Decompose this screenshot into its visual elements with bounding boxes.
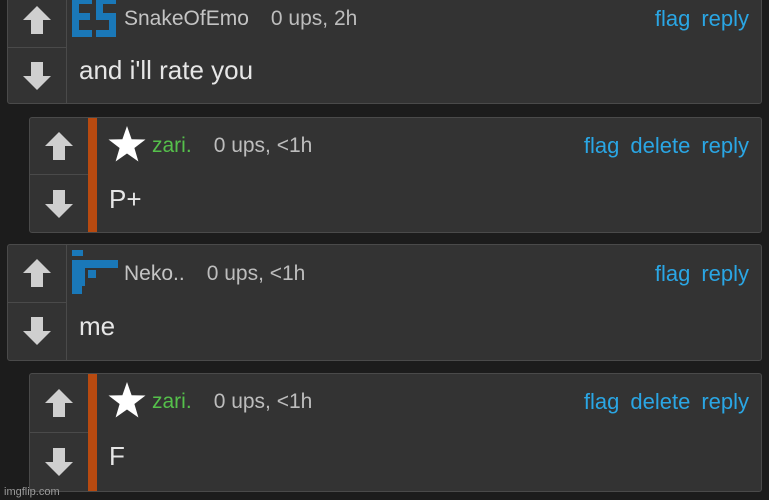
upvote-button[interactable] (30, 374, 88, 433)
comment: SnakeOfEmo 0 ups, 2h flag reply and i'll… (7, 0, 762, 104)
downvote-button[interactable] (8, 303, 66, 361)
arrow-down-icon (23, 317, 51, 346)
star-icon[interactable] (108, 381, 146, 424)
username[interactable]: Neko.. (124, 262, 185, 286)
es-icon[interactable] (72, 0, 118, 42)
watermark: imgflip.com (4, 486, 60, 498)
comment: Neko.. 0 ups, <1h flag reply me (7, 244, 762, 361)
comment-text: P+ (109, 184, 142, 214)
reply-link[interactable]: reply (701, 389, 749, 415)
username[interactable]: zari. (152, 134, 192, 158)
flag-link[interactable]: flag (655, 261, 690, 287)
pixel-avatar-icon[interactable] (72, 249, 118, 299)
comment-meta: 0 ups, <1h (206, 262, 306, 285)
upvote-button[interactable] (8, 0, 66, 48)
comment-actions: flag reply (655, 3, 749, 35)
comment-text: me (79, 311, 116, 341)
comment-actions: flag delete reply (584, 130, 749, 162)
comment-text: F (109, 441, 125, 471)
vote-column (8, 245, 67, 360)
comment-actions: flag reply (655, 258, 749, 290)
comment-meta: 0 ups, 2h (270, 7, 358, 30)
downvote-button[interactable] (8, 48, 66, 103)
arrow-up-icon (23, 259, 51, 288)
flag-link[interactable]: flag (655, 6, 690, 32)
arrow-up-icon (45, 388, 73, 417)
vote-column (30, 374, 89, 491)
username[interactable]: zari. (152, 390, 192, 414)
comment-header: Neko.. 0 ups, <1h (72, 249, 306, 294)
comment-meta: 0 ups, <1h (213, 134, 313, 157)
upvote-button[interactable] (8, 245, 66, 303)
flag-link[interactable]: flag (584, 389, 619, 415)
arrow-up-icon (45, 132, 73, 160)
downvote-button[interactable] (30, 175, 88, 232)
reply-link[interactable]: reply (701, 133, 749, 159)
comment-reply: zari. 0 ups, <1h flag delete reply F (29, 373, 762, 492)
upvote-button[interactable] (30, 118, 88, 175)
arrow-up-icon (23, 6, 51, 34)
reply-link[interactable]: reply (701, 261, 749, 287)
comment-text: and i'll rate you (79, 55, 254, 85)
arrow-down-icon (45, 447, 73, 476)
reply-indicator-bar (88, 118, 97, 232)
downvote-button[interactable] (30, 433, 88, 492)
arrow-down-icon (23, 61, 51, 90)
comment-header: zari. 0 ups, <1h (108, 125, 313, 162)
reply-indicator-bar (88, 374, 97, 491)
delete-link[interactable]: delete (630, 133, 690, 159)
comment-meta: 0 ups, <1h (213, 390, 313, 413)
star-icon[interactable] (108, 125, 146, 168)
comment-header: SnakeOfEmo 0 ups, 2h (72, 0, 358, 37)
arrow-down-icon (45, 189, 73, 218)
comment-actions: flag delete reply (584, 386, 749, 418)
username[interactable]: SnakeOfEmo (124, 7, 249, 31)
comment-reply: zari. 0 ups, <1h flag delete reply P+ (29, 117, 762, 233)
delete-link[interactable]: delete (630, 389, 690, 415)
comment-header: zari. 0 ups, <1h (108, 381, 313, 418)
reply-link[interactable]: reply (701, 6, 749, 32)
flag-link[interactable]: flag (584, 133, 619, 159)
vote-column (30, 118, 89, 232)
vote-column (8, 0, 67, 103)
